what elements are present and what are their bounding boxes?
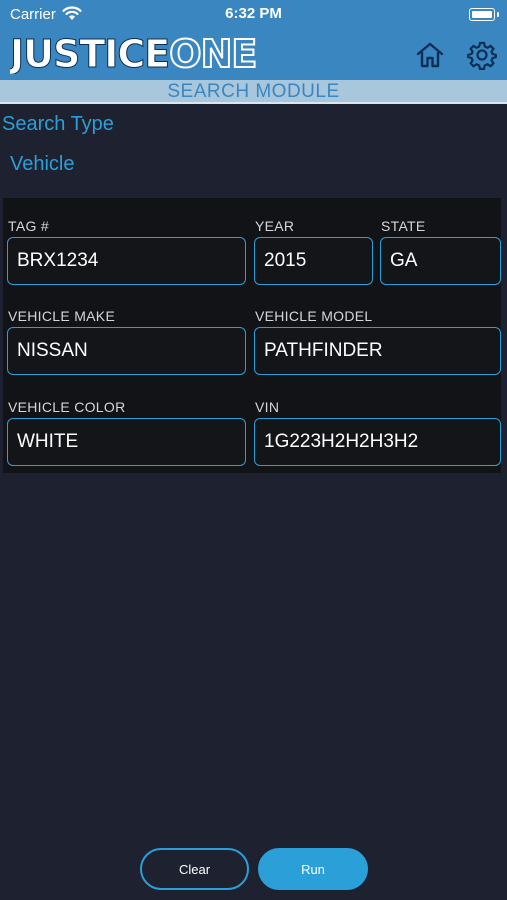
vehicle-model-label: VEHICLE MODEL: [255, 308, 373, 324]
vehicle-make-label: VEHICLE MAKE: [8, 308, 116, 324]
vehicle-color-label: VEHICLE COLOR: [8, 399, 126, 415]
tag-input[interactable]: BRX1234: [7, 237, 246, 285]
module-title-bar: SEARCH MODULE: [0, 80, 507, 104]
state-label: STATE: [381, 218, 426, 234]
vehicle-search-form: TAG # BRX1234 YEAR 2015 STATE GA VEHICLE…: [3, 198, 501, 473]
vin-label: VIN: [255, 399, 280, 415]
search-type-selector[interactable]: Vehicle: [10, 153, 75, 176]
tag-label: TAG #: [8, 218, 49, 234]
status-bar: Carrier 6:32 PM: [0, 0, 507, 30]
app-header: JUSTICEONE: [0, 30, 507, 80]
gear-icon[interactable]: [467, 40, 497, 70]
clock: 6:32 PM: [225, 5, 282, 22]
year-input[interactable]: 2015: [254, 237, 373, 285]
logo-part-one: ONE: [169, 34, 256, 74]
logo-part-justice: JUSTICE: [10, 34, 169, 74]
vehicle-make-input[interactable]: NISSAN: [7, 327, 246, 375]
justiceone-logo: JUSTICEONE: [10, 34, 258, 74]
vehicle-model-input[interactable]: PATHFINDER: [254, 327, 501, 375]
run-button[interactable]: Run: [258, 848, 368, 890]
vehicle-color-input[interactable]: WHITE: [7, 418, 246, 466]
battery-icon: [469, 8, 499, 21]
state-input[interactable]: GA: [380, 237, 501, 285]
svg-text:JUSTICEONE: JUSTICEONE: [10, 34, 256, 74]
year-label: YEAR: [255, 218, 295, 234]
clear-button[interactable]: Clear: [140, 848, 249, 890]
search-type-label: Search Type: [2, 113, 114, 135]
home-icon[interactable]: [415, 40, 445, 70]
vin-input[interactable]: 1G223H2H2H3H2: [254, 418, 501, 466]
